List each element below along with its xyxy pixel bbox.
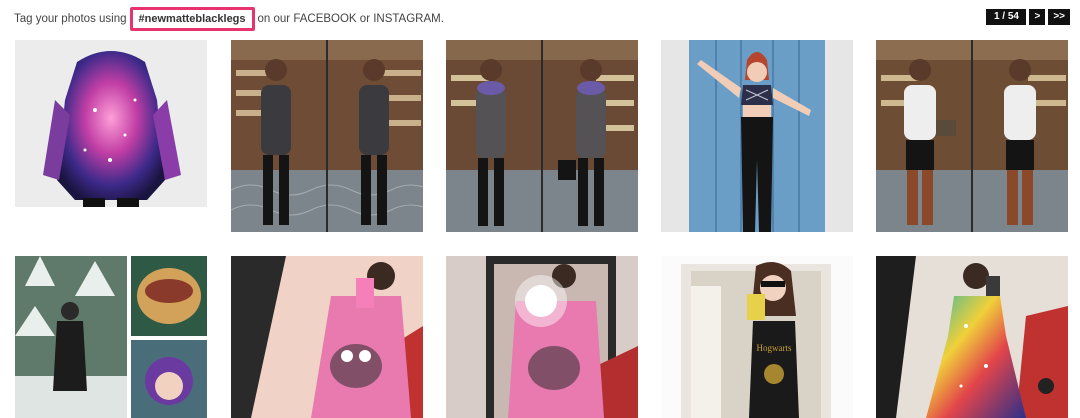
photo-snow-collage[interactable] <box>15 256 207 418</box>
photo-hogwarts-polaroid[interactable]: Hogwarts <box>661 256 853 418</box>
photo-gallery: Hogwarts <box>0 0 1080 418</box>
photo-pink-sweater-flash[interactable] <box>446 256 638 418</box>
svg-text:Hogwarts: Hogwarts <box>757 343 792 353</box>
photo-mirror-selfie-grey-dress-duo[interactable] <box>231 40 423 232</box>
photo-galaxy-skater-dress[interactable] <box>876 256 1068 418</box>
photo-blue-door-crop-top[interactable] <box>661 40 853 232</box>
photo-galaxy-hoodie[interactable] <box>15 40 207 207</box>
photo-pink-sweater-selfie[interactable] <box>231 256 423 418</box>
photo-mirror-selfie-white-top-duo[interactable] <box>876 40 1068 232</box>
photo-mirror-selfie-scarf-duo[interactable] <box>446 40 638 232</box>
